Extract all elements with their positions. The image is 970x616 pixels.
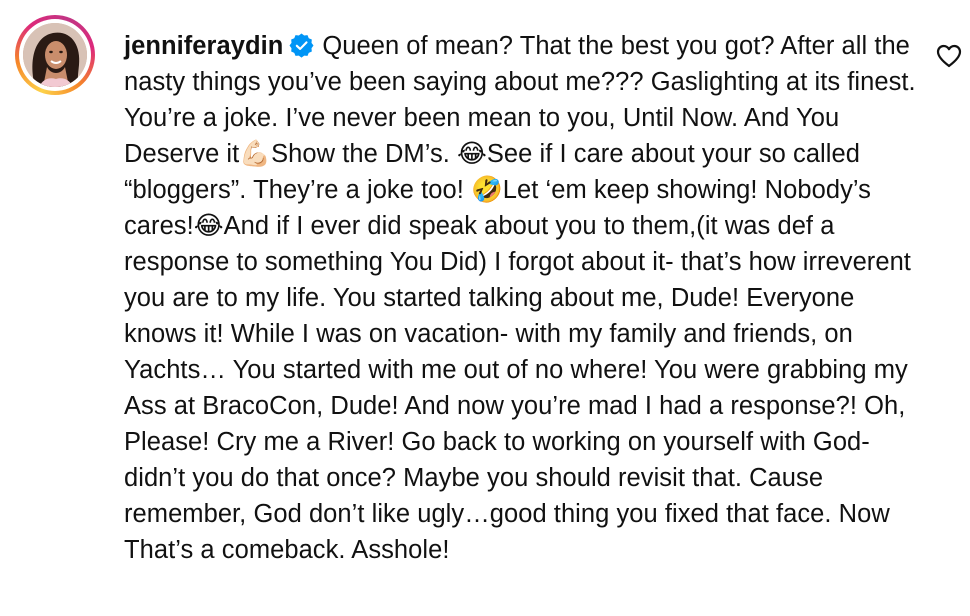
comment: jenniferaydin Queen of mean? That the bes… (0, 0, 970, 616)
story-ring[interactable] (15, 15, 95, 95)
avatar-photo (23, 23, 87, 87)
avatar[interactable] (23, 23, 87, 87)
username[interactable]: jenniferaydin (124, 32, 283, 60)
avatar-frame (19, 19, 91, 91)
verified-badge-icon (289, 33, 314, 58)
heart-outline-icon[interactable] (936, 44, 962, 68)
comment-body: Queen of mean? That the best you got? Af… (124, 32, 916, 564)
comment-text-block: jenniferaydin Queen of mean? That the bes… (124, 28, 924, 568)
